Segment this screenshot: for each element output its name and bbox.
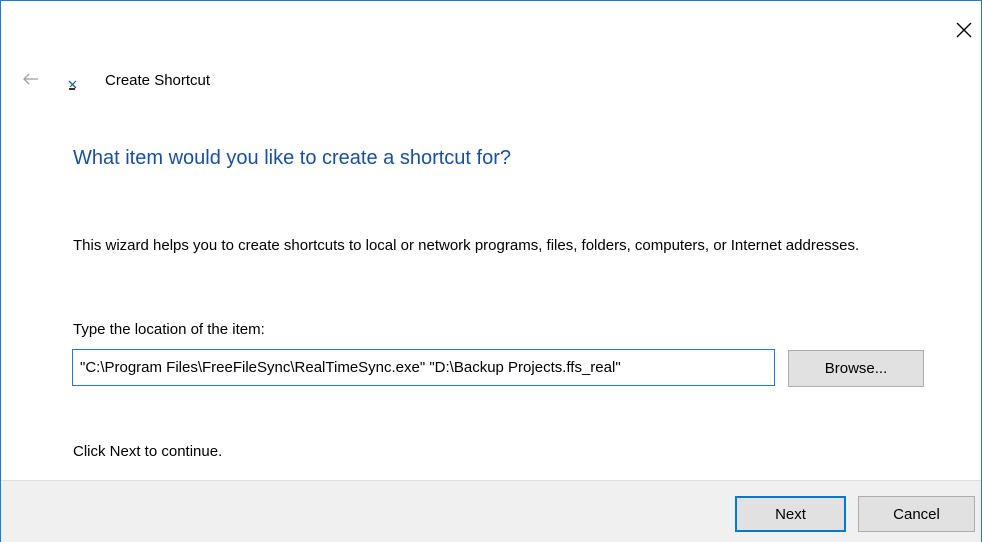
continue-instruction: Click Next to continue. [73,443,223,460]
shortcut-wizard-icon [68,80,77,90]
location-input[interactable] [72,349,775,386]
wizard-description: This wizard helps you to create shortcut… [73,237,860,254]
back-arrow-icon [23,73,38,85]
cancel-button[interactable]: Cancel [858,496,975,532]
next-button[interactable]: Next [735,496,846,532]
location-label: Type the location of the item: [73,321,265,338]
page-heading: What item would you like to create a sho… [73,147,511,169]
close-icon [956,22,972,38]
back-button[interactable] [19,69,43,89]
create-shortcut-dialog: Create Shortcut What item would you like… [0,0,982,542]
wizard-title: Create Shortcut [105,72,211,89]
browse-button[interactable]: Browse... [788,350,924,387]
close-button[interactable] [949,15,979,45]
dialog-footer: Next Cancel [1,480,981,542]
